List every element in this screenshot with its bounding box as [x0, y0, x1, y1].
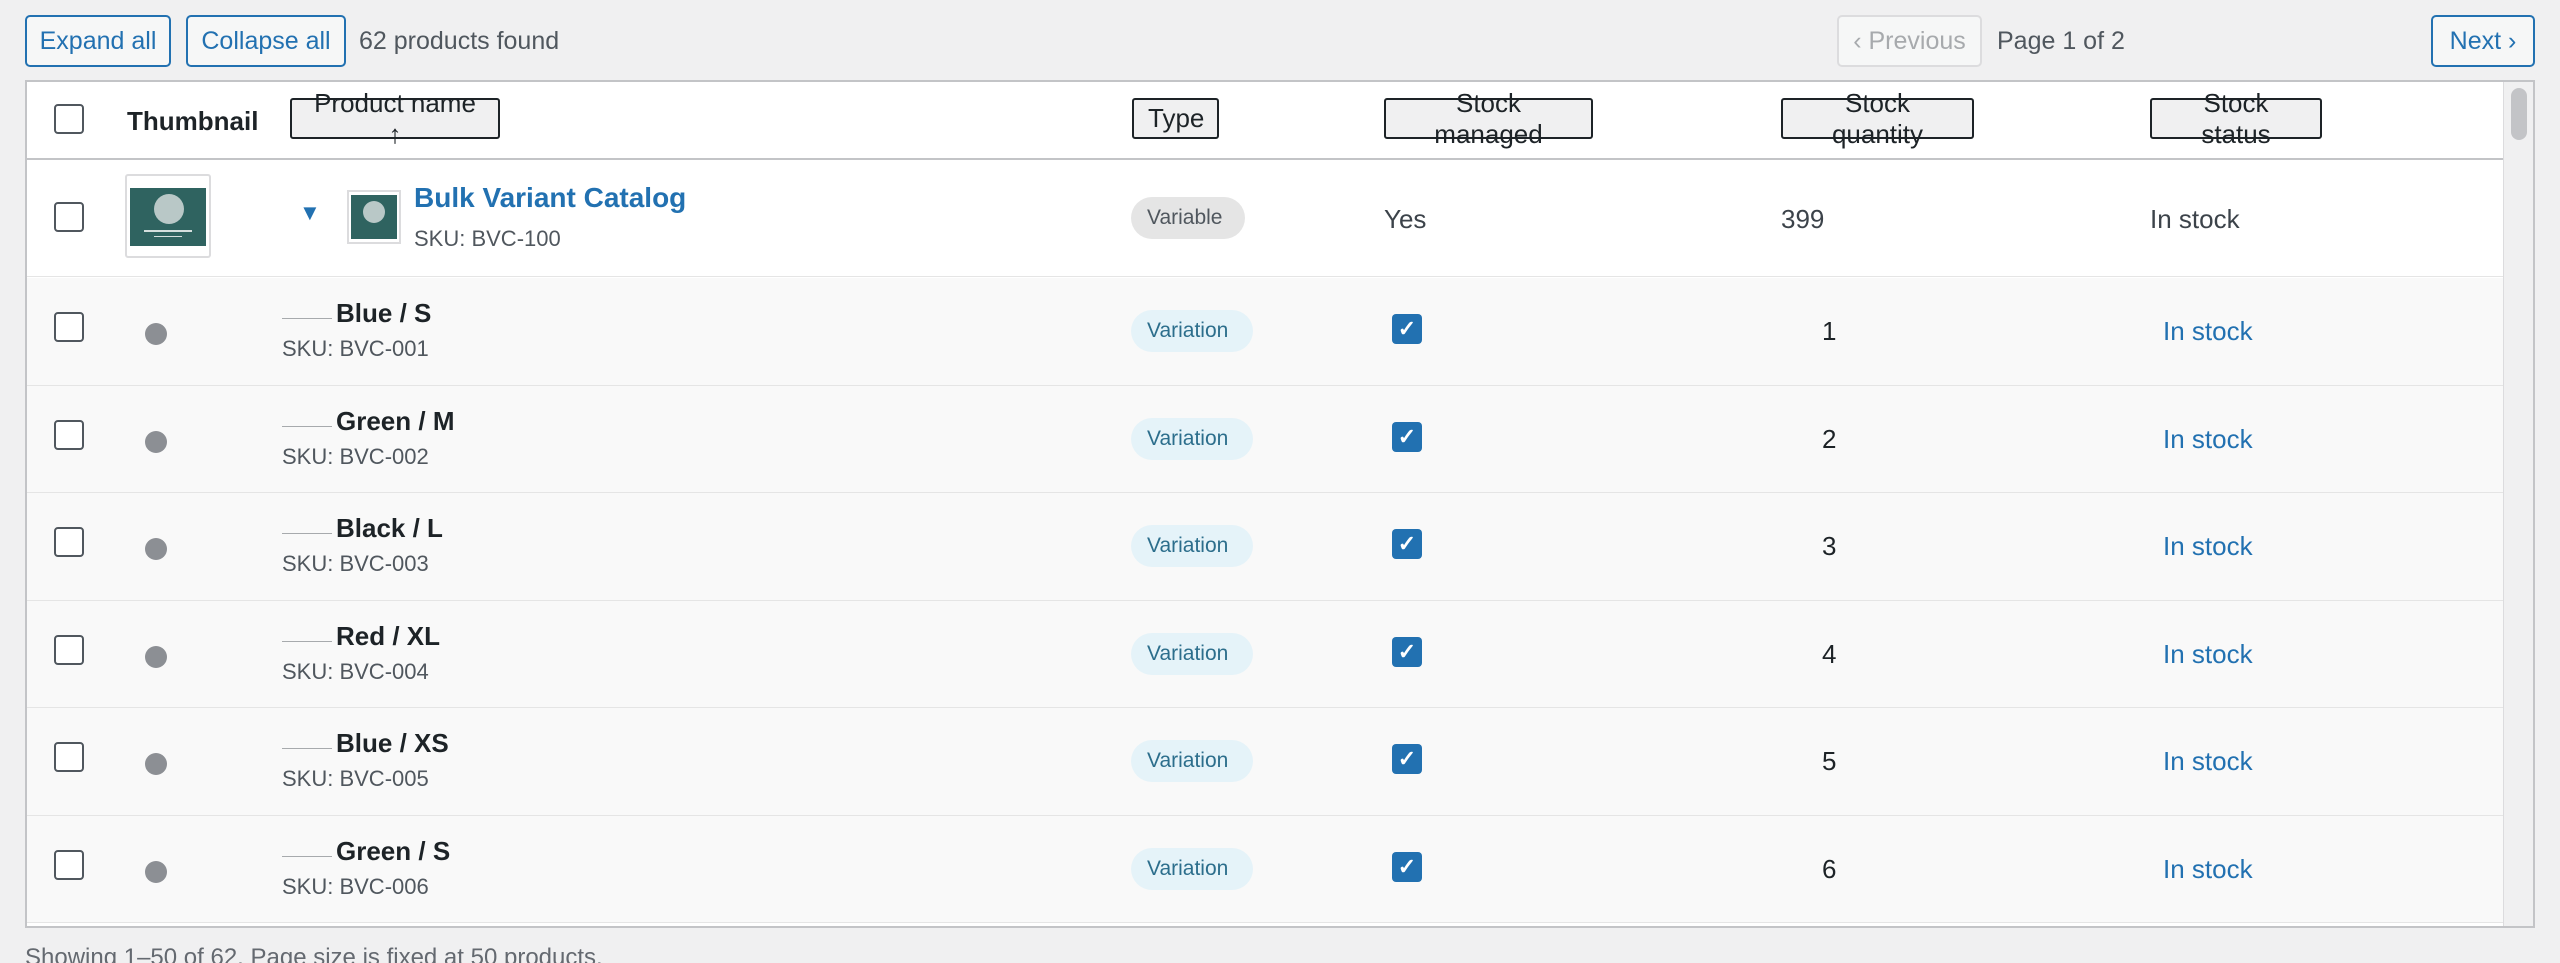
variation-name: Blue / XS	[336, 728, 449, 758]
product-small-thumbnail	[347, 190, 401, 244]
variation-sku: SKU: BVC-005	[282, 766, 429, 791]
product-thumbnail	[125, 174, 211, 258]
variation-sku: SKU: BVC-004	[282, 658, 429, 684]
stock-status-link[interactable]: In stock	[2163, 531, 2253, 562]
stock-quantity-value: 1	[1822, 316, 1837, 346]
table-row-variation: Blue / XS SKU: BVC-005 Variation ✓ 5 In stock	[27, 708, 2503, 816]
variation-name: Green / M	[336, 405, 455, 436]
stock-managed-checkbox[interactable]: ✓	[1392, 421, 1422, 452]
variation-sku: SKU: BVC-006	[282, 873, 429, 899]
vertical-scrollbar[interactable]	[2503, 82, 2533, 926]
row-checkbox[interactable]	[54, 849, 84, 880]
variation-sku: SKU: BVC-003	[282, 551, 429, 576]
page-indicator: Page 1 of 2	[1997, 27, 2125, 55]
previous-page-button[interactable]: ‹ Previous	[1837, 15, 1982, 67]
variation-dot-icon	[145, 430, 167, 453]
variation-name: Red / XL	[336, 620, 441, 651]
table-row-variation: Green / M SKU: BVC-002 Variation ✓ 2 In stock	[27, 385, 2503, 493]
indent-line	[282, 425, 332, 427]
collapse-all-button[interactable]: Collapse all	[186, 15, 346, 67]
variation-name: Black / L	[336, 513, 443, 543]
stock-status-link[interactable]: In stock	[2163, 639, 2253, 670]
sort-stock-quantity-button[interactable]: Stock quantity	[1781, 88, 1974, 149]
sort-type-button[interactable]: Type	[1132, 98, 1219, 139]
variation-sku: SKU: BVC-002	[282, 443, 429, 469]
type-badge: Variation	[1131, 525, 1253, 567]
table-row-parent: ▼ Bulk Variant Catalog SKU: BVC-100 Vari…	[27, 160, 2503, 277]
row-checkbox[interactable]	[54, 742, 84, 772]
type-badge: Variation	[1131, 847, 1253, 890]
stock-managed-checkbox[interactable]: ✓	[1392, 636, 1422, 667]
variation-dot-icon	[145, 860, 167, 883]
type-badge: Variation	[1131, 417, 1253, 460]
sort-stock-status-button[interactable]: Stock status	[2150, 88, 2322, 149]
row-checkbox[interactable]	[54, 634, 84, 665]
variation-sku: SKU: BVC-001	[282, 336, 429, 361]
row-checkbox[interactable]	[54, 527, 84, 557]
triangle-down-icon[interactable]: ▼	[299, 200, 321, 226]
type-badge: Variation	[1131, 310, 1253, 352]
stock-quantity-value: 399	[1781, 204, 1825, 234]
stock-managed-checkbox[interactable]: ✓	[1392, 744, 1422, 774]
stock-quantity-value: 4	[1822, 638, 1837, 669]
type-badge: Variation	[1131, 740, 1253, 782]
sort-stock-managed-button[interactable]: Stock managed	[1384, 88, 1593, 149]
select-all-checkbox[interactable]	[54, 104, 84, 134]
table-header: Thumbnail Product name ↑ Type Stock mana…	[27, 82, 2503, 160]
stock-managed-checkbox[interactable]: ✓	[1392, 314, 1422, 344]
stock-status-link[interactable]: In stock	[2163, 854, 2253, 885]
stock-status-link[interactable]: In stock	[2163, 746, 2253, 777]
indent-line	[282, 533, 332, 534]
table-row-variation: Green / S SKU: BVC-006 Variation ✓ 6 In stock	[27, 815, 2503, 923]
stock-quantity-value: 3	[1822, 531, 1837, 561]
sort-product-name-button[interactable]: Product name ↑	[290, 88, 500, 149]
parent-product-name-link[interactable]: Bulk Variant Catalog	[414, 182, 686, 214]
row-checkbox[interactable]	[54, 419, 84, 450]
stock-quantity-value: 6	[1822, 853, 1837, 884]
row-checkbox[interactable]	[54, 312, 84, 342]
stock-managed-checkbox[interactable]: ✓	[1392, 851, 1422, 882]
variation-dot-icon	[145, 538, 167, 560]
stock-managed-checkbox[interactable]: ✓	[1392, 529, 1422, 559]
indent-line	[282, 855, 332, 857]
stock-status-value: In stock	[2150, 204, 2240, 234]
stock-quantity-value: 5	[1822, 746, 1837, 776]
indent-line	[282, 640, 332, 642]
variation-dot-icon	[145, 645, 167, 668]
variation-name: Blue / S	[336, 298, 432, 328]
products-table: Thumbnail Product name ↑ Type Stock mana…	[25, 80, 2535, 928]
scrollbar-thumb[interactable]	[2511, 88, 2527, 140]
variation-dot-icon	[145, 323, 167, 345]
stock-quantity-value: 2	[1822, 423, 1837, 454]
type-badge: Variation	[1131, 632, 1253, 675]
parent-sku: SKU: BVC-100	[414, 226, 561, 251]
variation-dot-icon	[145, 753, 167, 775]
stock-status-link[interactable]: In stock	[2163, 316, 2253, 347]
next-page-button[interactable]: Next ›	[2431, 15, 2535, 67]
products-found-count: 62 products found	[359, 27, 560, 55]
toolbar: Expand all Collapse all 62 products foun…	[25, 15, 2535, 68]
table-row-variation: Black / L SKU: BVC-003 Variation ✓ 3 In stock	[27, 493, 2503, 601]
indent-line	[282, 318, 332, 319]
type-badge: Variable	[1131, 197, 1245, 239]
table-row-variation: Red / XL SKU: BVC-004 Variation ✓ 4 In stock	[27, 600, 2503, 708]
stock-status-link[interactable]: In stock	[2163, 424, 2253, 455]
indent-line	[282, 748, 332, 749]
row-checkbox[interactable]	[54, 202, 84, 232]
table-row-variation: Blue / S SKU: BVC-001 Variation ✓ 1 In stock	[27, 278, 2503, 386]
stock-managed-value: Yes	[1384, 204, 1427, 234]
variation-name: Green / S	[336, 835, 451, 866]
thumbnail-header: Thumbnail	[127, 106, 259, 136]
expand-all-button[interactable]: Expand all	[25, 15, 171, 67]
footer-note: Showing 1–50 of 62. Page size is fixed a…	[25, 944, 603, 963]
